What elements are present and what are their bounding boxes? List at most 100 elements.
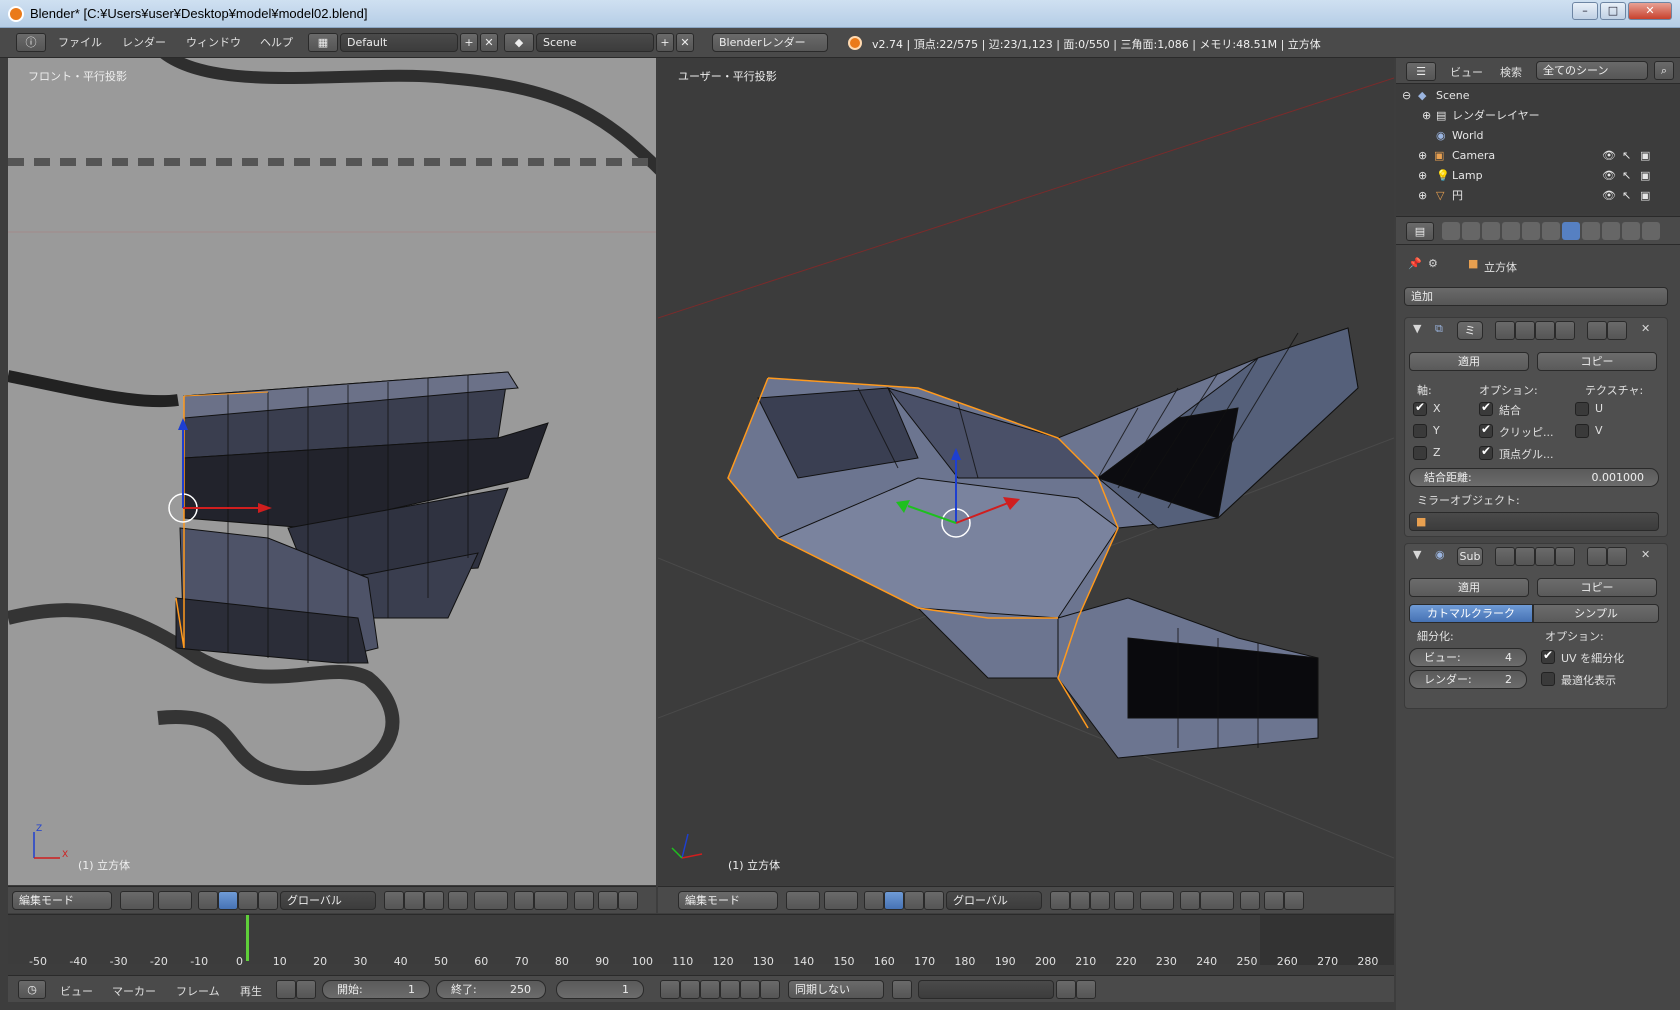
vertex-select-icon[interactable] [384, 891, 404, 910]
snap-element-icon[interactable] [534, 891, 568, 910]
visibility-eye-icon[interactable]: 👁 [1602, 146, 1616, 166]
scene-tab-icon[interactable] [1482, 222, 1500, 240]
render-engine-select[interactable]: Blenderレンダー [712, 33, 828, 52]
record-icon[interactable] [892, 980, 912, 999]
sync-mode-select[interactable]: 同期しない [788, 980, 884, 999]
render-levels-field[interactable]: レンダー: 2 [1409, 670, 1527, 689]
constraints-tab-icon[interactable] [1542, 222, 1560, 240]
data-tab-icon[interactable] [1582, 222, 1600, 240]
opengl-render-icon[interactable] [1240, 891, 1260, 910]
animation-render-icon[interactable] [1284, 891, 1304, 910]
preview-range-icon[interactable] [276, 980, 296, 999]
outliner-editor-icon[interactable]: ☰ [1406, 62, 1436, 81]
scene-icon[interactable]: ◆ [504, 33, 534, 52]
screen-layout-icon[interactable]: ▦ [308, 33, 338, 52]
play-reverse-icon[interactable] [700, 980, 720, 999]
opengl-render-icon[interactable] [574, 891, 594, 910]
copy-button[interactable]: コピー [1537, 352, 1657, 371]
simple-button[interactable]: シンプル [1533, 604, 1659, 623]
translate-manipulator-icon[interactable] [218, 891, 238, 910]
jump-next-key-icon[interactable] [740, 980, 760, 999]
menu-window[interactable]: ウィンドウ [186, 34, 241, 50]
jump-start-icon[interactable] [660, 980, 680, 999]
camera-render-icon[interactable] [1264, 891, 1284, 910]
camera-render-icon[interactable] [598, 891, 618, 910]
minimize-button[interactable]: – [1572, 2, 1598, 20]
orientation-select[interactable]: グローバル [946, 891, 1042, 910]
pivot-select-icon[interactable] [824, 891, 858, 910]
mirror-object-field[interactable]: ■ [1409, 512, 1659, 531]
axis-y-checkbox[interactable] [1413, 424, 1427, 438]
view-levels-field[interactable]: ビュー: 4 [1409, 648, 1527, 667]
insert-keyframe-icon[interactable] [1056, 980, 1076, 999]
current-frame-field[interactable]: 1 [556, 980, 644, 999]
expand-icon[interactable]: ⊕ [1418, 166, 1427, 186]
jump-end-icon[interactable] [760, 980, 780, 999]
material-tab-icon[interactable] [1602, 222, 1620, 240]
outliner-search-icon[interactable]: ⌕ [1654, 61, 1674, 80]
visibility-eye-icon[interactable]: 👁 [1602, 166, 1616, 186]
face-select-icon[interactable] [424, 891, 444, 910]
menu-help[interactable]: ヘルプ [260, 34, 293, 50]
animation-render-icon[interactable] [618, 891, 638, 910]
outliner-row-render-layers[interactable]: ⊕ ▤ レンダーレイヤー [1396, 106, 1656, 126]
selectable-arrow-icon[interactable]: ↖ [1622, 146, 1631, 166]
outliner-row-scene[interactable]: ⊖ ◆ Scene [1396, 86, 1656, 106]
clipping-checkbox[interactable] [1479, 422, 1493, 438]
translate-manipulator-icon[interactable] [884, 891, 904, 910]
pin-icon[interactable]: 📌 [1408, 257, 1422, 270]
object-tab-icon[interactable] [1522, 222, 1540, 240]
expand-icon[interactable]: ⊕ [1418, 186, 1427, 206]
shading-select-icon[interactable] [786, 891, 820, 910]
render-toggle-icon[interactable] [1495, 547, 1515, 566]
viewport-toggle-icon[interactable] [1515, 321, 1535, 340]
keying-set-field[interactable] [918, 980, 1054, 999]
selectable-arrow-icon[interactable]: ↖ [1622, 166, 1631, 186]
move-up-icon[interactable] [1587, 547, 1607, 566]
delete-keyframe-icon[interactable] [1076, 980, 1096, 999]
menu-render[interactable]: レンダー [122, 34, 166, 50]
outliner-row-lamp[interactable]: ⊕ 💡 Lamp 👁 ↖ ▣ [1396, 166, 1656, 186]
outliner-filter-select[interactable]: 全てのシーン [1536, 61, 1648, 80]
modifier-name-field[interactable]: ミ [1457, 321, 1483, 340]
properties-editor-icon[interactable]: ▤ [1406, 222, 1434, 241]
renderable-camera-icon[interactable]: ▣ [1640, 186, 1650, 206]
axis-z-checkbox[interactable] [1413, 446, 1427, 460]
collapse-arrow-icon[interactable]: ▼ [1413, 322, 1421, 335]
shading-select-icon[interactable] [120, 891, 154, 910]
edge-select-icon[interactable] [404, 891, 424, 910]
screen-layout-field[interactable]: Default [340, 33, 458, 52]
move-down-icon[interactable] [1607, 547, 1627, 566]
physics-tab-icon[interactable] [1642, 222, 1660, 240]
axis-x-checkbox[interactable] [1413, 400, 1427, 416]
subdivide-uvs-checkbox[interactable] [1541, 648, 1555, 664]
visibility-eye-icon[interactable]: 👁 [1602, 186, 1616, 206]
render-toggle-icon[interactable] [1495, 321, 1515, 340]
modifier-name-field[interactable]: Sub [1457, 547, 1483, 566]
vertex-select-icon[interactable] [1050, 891, 1070, 910]
timeline-menu-frame[interactable]: フレーム [176, 983, 220, 999]
merge-distance-field[interactable]: 結合距離: 0.001000 [1409, 468, 1659, 487]
play-icon[interactable] [720, 980, 740, 999]
rotate-manipulator-icon[interactable] [238, 891, 258, 910]
renderable-camera-icon[interactable]: ▣ [1640, 166, 1650, 186]
rotate-manipulator-icon[interactable] [904, 891, 924, 910]
expand-icon[interactable]: ⊕ [1418, 146, 1427, 166]
merge-checkbox[interactable] [1479, 400, 1493, 416]
cage-toggle-icon[interactable] [1555, 321, 1575, 340]
editor-type-info-icon[interactable]: ⓘ [16, 33, 46, 52]
timeline-menu-view[interactable]: ビュー [60, 983, 93, 999]
user-viewport[interactable]: ユーザー・平行投影 (1) 立方体 [658, 58, 1394, 885]
render-tab-icon[interactable] [1442, 222, 1460, 240]
remove-screen-button[interactable]: ✕ [480, 33, 498, 52]
timeline-editor-icon[interactable]: ◷ [18, 980, 46, 999]
occlude-geometry-icon[interactable] [1114, 891, 1134, 910]
move-down-icon[interactable] [1607, 321, 1627, 340]
occlude-geometry-icon[interactable] [448, 891, 468, 910]
edge-select-icon[interactable] [1070, 891, 1090, 910]
copy-button[interactable]: コピー [1537, 578, 1657, 597]
apply-button[interactable]: 適用 [1409, 578, 1529, 597]
scene-field[interactable]: Scene [536, 33, 654, 52]
outliner-row-circle[interactable]: ⊕ ▽ 円 👁 ↖ ▣ [1396, 186, 1656, 206]
face-select-icon[interactable] [1090, 891, 1110, 910]
